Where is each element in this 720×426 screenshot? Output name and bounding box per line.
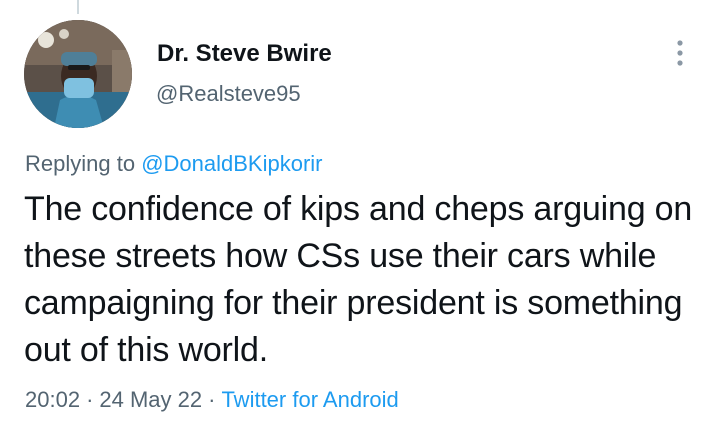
meta-separator: · <box>208 387 216 412</box>
author-handle[interactable]: @Realsteve95 <box>156 81 301 107</box>
meta-separator: · <box>86 387 94 412</box>
author-name[interactable]: Dr. Steve Bwire <box>157 40 332 68</box>
avatar-photo <box>24 20 132 128</box>
tweet-source-link[interactable]: Twitter for Android <box>221 387 398 412</box>
thread-connector-line <box>77 0 79 14</box>
more-vertical-icon[interactable] <box>668 38 692 68</box>
tweet-time[interactable]: 20:02 <box>25 387 80 412</box>
replying-to-link[interactable]: @DonaldBKipkorir <box>141 151 322 176</box>
replying-prefix: Replying to <box>25 151 136 176</box>
tweet-date[interactable]: 24 May 22 <box>99 387 202 412</box>
tweet-text: The confidence of kips and cheps arguing… <box>24 190 693 369</box>
tweet-meta: 20:02 · 24 May 22 · Twitter for Android <box>25 387 399 413</box>
avatar[interactable] <box>24 20 132 128</box>
replying-to: Replying to @DonaldBKipkorir <box>25 151 323 177</box>
